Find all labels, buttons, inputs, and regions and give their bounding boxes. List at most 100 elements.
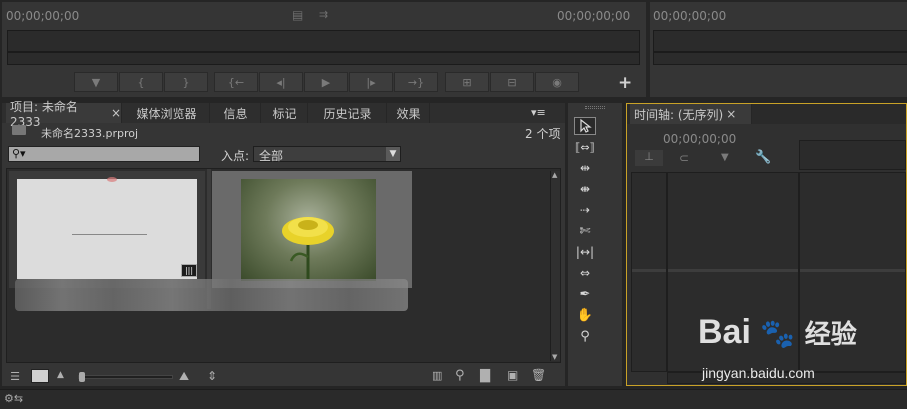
tab-project[interactable]: 项目: 未命名2333 ×	[6, 100, 122, 129]
audio-badge-icon: |||	[181, 264, 197, 277]
track-headers	[631, 172, 667, 372]
zoom-small-icon: ▲	[57, 370, 64, 380]
slip-tool-icon[interactable]: |↔|	[574, 243, 596, 261]
clip-thumbnail-image[interactable]	[212, 171, 412, 288]
tab-timeline[interactable]: 时间轴: (无序列) ×	[630, 104, 752, 124]
track-area-divider	[668, 269, 798, 272]
tab-timeline-label: 时间轴: (无序列)	[634, 107, 724, 122]
bin-scrollbar[interactable]: ▲ ▼	[550, 171, 560, 361]
project-file-name: 未命名2333.prproj	[41, 127, 139, 140]
zoom-tool-icon[interactable]: ⚲	[574, 327, 596, 345]
search-icon: ⚲▾	[12, 147, 26, 160]
source-timecode-in[interactable]: 00;00;00;00	[6, 9, 79, 23]
filmstrip-icon[interactable]: ▤	[292, 8, 303, 22]
drag-audio-icon[interactable]: ⇉	[319, 8, 328, 21]
sort-icon[interactable]: ⇕	[207, 369, 217, 383]
flower-image	[241, 179, 376, 281]
program-zoom-bar[interactable]	[653, 52, 907, 65]
source-monitor: 00;00;00;00 ▤ ⇉ 00;00;00;00 ▼ { } {← ◂| …	[2, 2, 646, 97]
item-count: 2 个项	[525, 127, 561, 141]
panel-menu-icon[interactable]: ▾≡	[531, 106, 546, 119]
baidu-brand-suffix: 经验	[804, 319, 857, 349]
in-point-dropdown[interactable]: 全部 ▼	[253, 146, 401, 163]
tools-panel: ⟦⇔⟧ ⇹ ⇼ ⇢ ✄ |↔| ⇔ ✒ ✋ ⚲	[568, 103, 622, 386]
search-input[interactable]: ⚲▾	[8, 146, 200, 162]
automate-to-sequence-icon[interactable]: ▥	[432, 369, 442, 382]
program-scrub-bar[interactable]	[653, 30, 907, 52]
export-frame-button[interactable]: ◉	[535, 72, 579, 92]
baidu-url: jingyan.baidu.com	[702, 365, 815, 381]
snap-icon[interactable]: ⊥	[635, 150, 663, 166]
tab-timeline-close-icon[interactable]: ×	[726, 107, 736, 121]
list-view-icon[interactable]: ☰	[7, 369, 23, 383]
bin-area: ||| ▲ ▼	[6, 168, 561, 363]
baidu-brand-text: Bai	[698, 313, 751, 351]
overwrite-button[interactable]: ⊟	[490, 72, 534, 92]
linked-selection-icon[interactable]: ⊂	[679, 151, 689, 165]
tab-markers[interactable]: 标记	[262, 103, 308, 123]
flower-graphic	[282, 217, 334, 279]
rate-stretch-tool-icon[interactable]: ⇢	[574, 201, 596, 219]
zoom-slider[interactable]	[78, 372, 173, 382]
play-button[interactable]: ▶	[304, 72, 348, 92]
new-bin-icon[interactable]: ▇	[480, 368, 490, 383]
tab-effects[interactable]: 效果	[388, 103, 430, 123]
time-ruler[interactable]	[799, 140, 906, 170]
timeline-timecode[interactable]: 00;00;00;00	[663, 132, 736, 146]
baidu-watermark: Bai 🐾 经验 jingyan.baidu.com	[692, 313, 902, 385]
pen-tool-icon[interactable]: ✒	[574, 285, 596, 303]
mark-in-button[interactable]: {	[119, 72, 163, 92]
baidu-brand: Bai 🐾 经验	[698, 313, 857, 352]
source-scrub-bar[interactable]	[7, 30, 640, 52]
red-dot	[107, 177, 117, 182]
zoom-slider-handle[interactable]	[79, 372, 85, 382]
find-icon[interactable]: ⚲	[455, 368, 465, 383]
button-editor-plus[interactable]: +	[618, 73, 632, 93]
go-to-in-button[interactable]: {←	[214, 72, 258, 92]
tab-project-label: 项目: 未命名2333	[10, 99, 78, 129]
workspace-settings-icon[interactable]: ⚙⇆	[4, 392, 23, 405]
scroll-down-icon[interactable]: ▼	[552, 353, 557, 361]
source-timecode-out[interactable]: 00;00;00;00	[557, 9, 630, 23]
audio-line	[72, 234, 147, 235]
timeline-tab-row: 时间轴: (无序列) ×	[627, 104, 906, 124]
go-to-out-button[interactable]: →}	[394, 72, 438, 92]
hand-tool-icon[interactable]: ✋	[574, 306, 596, 324]
selection-tool-icon[interactable]	[574, 117, 596, 135]
wrench-icon[interactable]: 🔧	[755, 150, 771, 165]
new-item-icon[interactable]: ▣	[507, 368, 518, 382]
source-zoom-bar[interactable]	[7, 52, 640, 65]
tab-project-close-icon[interactable]: ×	[111, 106, 121, 120]
status-bar: ⚙⇆	[0, 389, 907, 409]
step-back-button[interactable]: ◂|	[259, 72, 303, 92]
track-select-tool-icon[interactable]: ⟦⇔⟧	[574, 138, 596, 156]
project-panel: 项目: 未命名2333 × 媒体浏览器 信息 标记 历史记录 效果 ▾≡ 未命名…	[2, 100, 565, 386]
scroll-up-icon[interactable]: ▲	[552, 171, 557, 179]
razor-tool-icon[interactable]: ✄	[574, 222, 596, 240]
in-point-value: 全部	[259, 149, 284, 163]
ripple-edit-tool-icon[interactable]: ⇹	[574, 159, 596, 177]
zoom-large-icon: ⛰	[179, 369, 190, 383]
insert-button[interactable]: ⊞	[445, 72, 489, 92]
blurred-clip-names	[15, 279, 408, 311]
add-marker-button[interactable]: ▼	[74, 72, 118, 92]
clip-thumbnail-audio[interactable]: |||	[9, 171, 205, 288]
tab-history[interactable]: 历史记录	[309, 103, 387, 123]
in-point-label: 入点:	[221, 149, 250, 163]
icon-view-icon[interactable]	[31, 369, 49, 383]
folder-icon	[12, 125, 26, 135]
mark-out-button[interactable]: }	[164, 72, 208, 92]
program-timecode[interactable]: 00;00;00;00	[653, 9, 726, 23]
paw-icon: 🐾	[760, 318, 796, 349]
add-marker-icon[interactable]: ▼	[721, 152, 729, 163]
step-forward-button[interactable]: |▸	[349, 72, 393, 92]
tab-info[interactable]: 信息	[211, 103, 261, 123]
program-monitor: 00;00;00;00	[650, 2, 907, 97]
trash-icon[interactable]: 🗑	[531, 368, 546, 382]
tools-grip[interactable]	[585, 106, 605, 109]
slide-tool-icon[interactable]: ⇔	[574, 264, 596, 282]
track-divider	[632, 269, 666, 272]
project-tab-row: 项目: 未命名2333 × 媒体浏览器 信息 标记 历史记录 效果 ▾≡	[2, 100, 565, 129]
tab-media-browser[interactable]: 媒体浏览器	[124, 103, 210, 123]
rolling-edit-tool-icon[interactable]: ⇼	[574, 180, 596, 198]
